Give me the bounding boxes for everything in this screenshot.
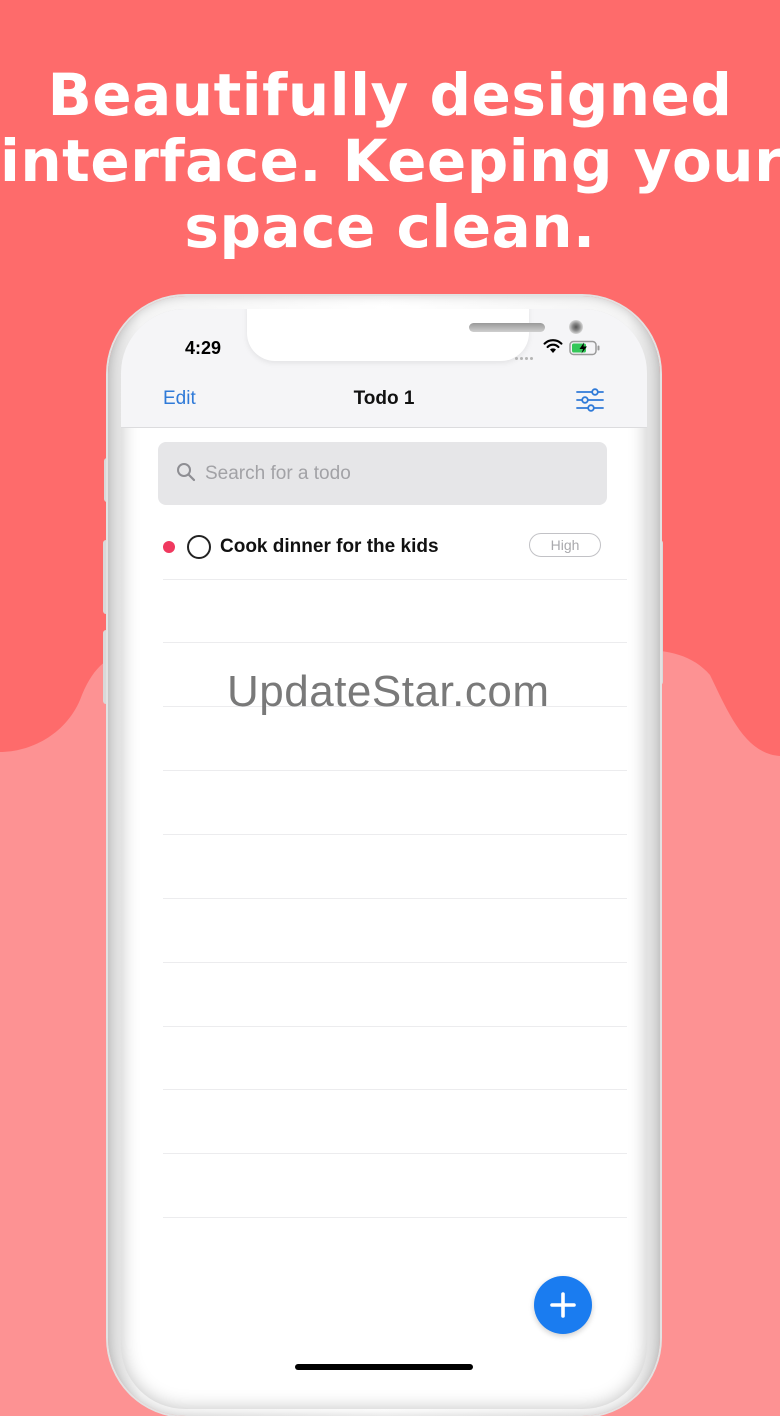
list-divider <box>163 834 627 835</box>
headline-line-3: space clean. <box>184 193 596 261</box>
phone-notch <box>247 309 583 361</box>
phone-frame: 4:29 Edit Todo 1 Search for a todo Cook … <box>108 296 660 1416</box>
priority-badge: High <box>529 533 601 557</box>
todo-title: Cook dinner for the kids <box>220 536 439 557</box>
list-divider <box>163 898 627 899</box>
search-input[interactable] <box>205 461 585 487</box>
list-divider <box>163 1089 627 1090</box>
plus-icon <box>550 1292 576 1318</box>
headline-line-1: Beautifully designed <box>47 61 733 129</box>
page-title: Todo 1 <box>353 388 415 409</box>
status-time: 4:29 <box>185 338 222 358</box>
signal-dots-icon <box>515 347 539 360</box>
navigation-bar: 4:29 Edit Todo 1 <box>121 309 647 428</box>
list-divider <box>163 770 627 771</box>
todo-row[interactable]: Cook dinner for the kids High <box>161 515 603 579</box>
list-divider <box>163 1217 627 1218</box>
edit-button[interactable]: Edit <box>163 388 196 410</box>
list-divider <box>163 1026 627 1027</box>
list-divider <box>163 962 627 963</box>
search-icon <box>177 463 196 482</box>
wifi-icon <box>543 339 563 353</box>
front-camera <box>569 320 583 334</box>
list-divider <box>163 579 627 580</box>
search-bar[interactable] <box>158 442 607 505</box>
list-divider <box>163 642 627 643</box>
battery-charging-icon <box>569 340 600 356</box>
sliders-icon[interactable] <box>576 387 604 413</box>
home-indicator[interactable] <box>295 1364 473 1370</box>
watermark: UpdateStar.com <box>227 667 550 716</box>
speaker-grille <box>469 323 545 332</box>
list-divider <box>163 1153 627 1154</box>
phone-screen: 4:29 Edit Todo 1 Search for a todo Cook … <box>121 309 647 1409</box>
priority-dot <box>163 541 175 553</box>
add-todo-button[interactable] <box>534 1276 592 1334</box>
promo-headline: Beautifully designed interface. Keeping … <box>0 62 780 260</box>
todo-checkbox[interactable] <box>187 535 211 559</box>
headline-line-2: interface. Keeping your <box>0 127 780 195</box>
